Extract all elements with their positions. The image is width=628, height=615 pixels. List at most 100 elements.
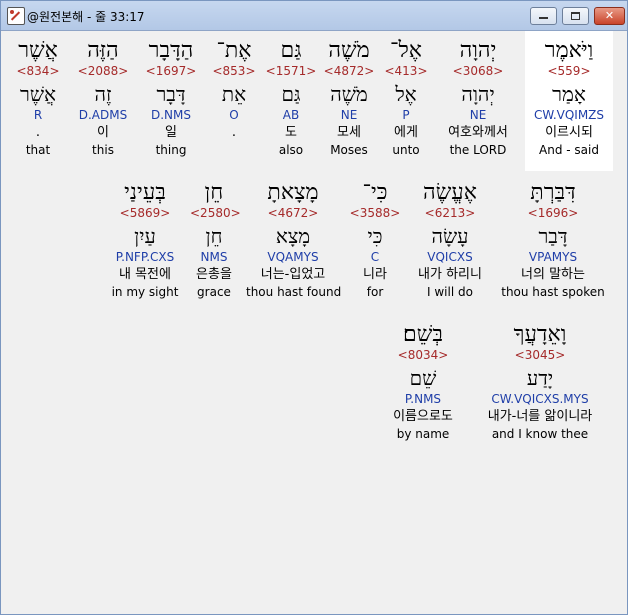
lemma: אֶל <box>395 82 417 106</box>
word-token[interactable]: דִּבַּרְתָּ <1696> דָּבַר VPAMYS 너의 말하는 … <box>500 179 606 300</box>
word-token[interactable]: חֵן <2580> חֵן NMS 은총을 grace <box>190 179 241 300</box>
hebrew-word: הַדָּבָר <box>148 38 194 63</box>
strong-number: <834> <box>16 64 60 78</box>
morph-code: NMS <box>200 250 228 264</box>
english-gloss: grace <box>197 285 231 299</box>
lemma: מָצָא <box>275 224 311 248</box>
hebrew-word: דִּבַּרְתָּ <box>530 180 576 205</box>
korean-gloss: 여호와께서 <box>448 125 508 140</box>
korean-gloss: 내가-너를 앎이니라 <box>487 409 593 424</box>
english-gloss: unto <box>392 143 420 157</box>
word-token[interactable]: אֶל־ <413> אֶל P 에게 unto <box>382 37 430 158</box>
english-gloss: in my sight <box>111 285 179 299</box>
word-token[interactable]: בְּעֵינַי <5869> עַיִן P.NFP.CXS 내 목전에 i… <box>106 179 184 300</box>
hebrew-word: וַיֹּאמֶר <box>544 38 594 63</box>
morph-code: R <box>33 108 43 122</box>
english-gloss: thing <box>155 143 187 157</box>
korean-gloss: 모세 <box>337 125 361 140</box>
english-gloss: And - said <box>539 143 599 157</box>
morph-code: NE <box>469 108 487 122</box>
korean-gloss: . <box>231 125 237 140</box>
app-window: @원전본해 - 줄 33:17 ✕ אֲשֶׁר <834> אֲשֶׁר R … <box>0 0 628 615</box>
hebrew-word: כִּי־ <box>362 180 388 205</box>
strong-number: <3045> <box>514 348 566 362</box>
korean-gloss: 너의 말하는 <box>521 267 585 282</box>
morph-code: P.NMS <box>404 392 442 406</box>
lemma: אֲשֶׁר <box>20 82 56 106</box>
hebrew-word: בְּשֵׁם׃ <box>403 322 443 347</box>
word-token[interactable]: גַּם <1571> גַּם AB 도 also <box>264 37 318 158</box>
word-token[interactable]: הַדָּבָר <1697> דָּבָר D.NMS 일 thing <box>139 37 203 158</box>
lemma: יָדַע <box>526 366 554 390</box>
strong-number: <1571> <box>265 64 317 78</box>
word-token[interactable]: הַזֶּה <2088> זֶה D.ADMS 이 this <box>72 37 134 158</box>
minimize-button[interactable] <box>530 7 557 25</box>
morph-code: VQAMYS <box>267 250 319 264</box>
morph-code: CW.VQIMZS <box>533 108 605 122</box>
interlinear-view: אֲשֶׁר <834> אֲשֶׁר R . that הַזֶּה <208… <box>4 31 623 611</box>
english-gloss: thou hast found <box>246 285 342 299</box>
hebrew-word: אֲשֶׁר <box>18 38 58 63</box>
strong-number: <559> <box>547 64 591 78</box>
lemma: עַיִן <box>134 224 156 248</box>
hebrew-word: יְהוָה <box>459 38 497 63</box>
lemma: דָּבָר <box>156 82 186 106</box>
maximize-button[interactable] <box>562 7 589 25</box>
korean-gloss: 일 <box>165 125 177 140</box>
korean-gloss: 도 <box>285 125 297 140</box>
word-token[interactable]: מֹשֶׁה <4872> מֹשֶׁה NE 모세 Moses <box>321 37 377 158</box>
strong-number: <853> <box>212 64 256 78</box>
korean-gloss: . <box>35 125 41 140</box>
english-gloss: by name <box>396 427 450 441</box>
title-bar[interactable]: @원전본해 - 줄 33:17 ✕ <box>1 1 627 31</box>
morph-code: P.NFP.CXS <box>115 250 175 264</box>
word-token[interactable]: אֶת־ <853> אֵת O . <box>209 37 259 158</box>
word-token[interactable]: יְהוָה <3068> יְהוָה NE 여호와께서 the LORD <box>434 37 522 158</box>
english-gloss: that <box>25 143 51 157</box>
english-gloss <box>209 143 259 158</box>
hebrew-word: אֶעֱשֶׂה <box>423 180 477 205</box>
word-token-selected[interactable]: וַיֹּאמֶר <559> אָמַר CW.VQIMZS 이르시되 And… <box>525 31 613 171</box>
korean-gloss: 내 목전에 <box>119 267 171 282</box>
english-gloss: Moses <box>330 143 368 157</box>
strong-number: <5869> <box>119 206 171 220</box>
korean-gloss: 내가 하리니 <box>418 267 482 282</box>
hebrew-word: מֹשֶׁה <box>328 38 370 63</box>
english-gloss: the LORD <box>449 143 507 157</box>
strong-number: <413> <box>384 64 428 78</box>
word-token[interactable]: וָאֵדָעֲךָ <3045> יָדַע CW.VQICXS.MYS 내가… <box>470 321 610 442</box>
lemma: זֶה <box>94 82 112 106</box>
korean-gloss: 이르시되 <box>545 125 593 140</box>
morph-code: CW.VQICXS.MYS <box>491 392 589 406</box>
word-token[interactable]: כִּי־ <3588> כִּי C 니라 for <box>347 179 403 300</box>
korean-gloss: 너는-입었고 <box>260 267 326 282</box>
lemma: אָמַר <box>552 82 586 106</box>
strong-number: <4672> <box>267 206 319 220</box>
morph-code: C <box>370 250 380 264</box>
strong-number: <2088> <box>77 64 129 78</box>
strong-number: <8034> <box>397 348 449 362</box>
hebrew-word: אֶת־ <box>216 38 252 63</box>
morph-code: D.ADMS <box>78 108 128 122</box>
app-icon <box>7 7 25 25</box>
strong-number: <1696> <box>527 206 579 220</box>
strong-number: <4872> <box>323 64 375 78</box>
strong-number: <3068> <box>452 64 504 78</box>
morph-code: NE <box>340 108 358 122</box>
lemma: מֹשֶׁה <box>330 82 368 106</box>
korean-gloss: 은총을 <box>196 267 232 282</box>
english-gloss: also <box>278 143 304 157</box>
english-gloss: thou hast spoken <box>501 285 605 299</box>
close-button[interactable]: ✕ <box>594 7 625 25</box>
hebrew-word: חֵן <box>204 180 224 205</box>
word-token[interactable]: אֶעֱשֶׂה <6213> עָשָׂה VQICXS 내가 하리니 I w… <box>406 179 494 300</box>
english-gloss: this <box>92 143 114 157</box>
morph-code: P <box>402 108 410 122</box>
morph-code: VQICXS <box>427 250 473 264</box>
english-gloss: and I know thee <box>491 427 589 441</box>
strong-number: <1697> <box>145 64 197 78</box>
word-token[interactable]: מָצָאתָ <4672> מָצָא VQAMYS 너는-입었고 thou … <box>246 179 342 300</box>
word-token[interactable]: אֲשֶׁר <834> אֲשֶׁר R . that <box>4 37 72 158</box>
word-token[interactable]: בְּשֵׁם׃ <8034> שֵׁם P.NMS 이름으로도 by name <box>382 321 464 442</box>
hebrew-word: מָצָאתָ <box>267 180 319 205</box>
